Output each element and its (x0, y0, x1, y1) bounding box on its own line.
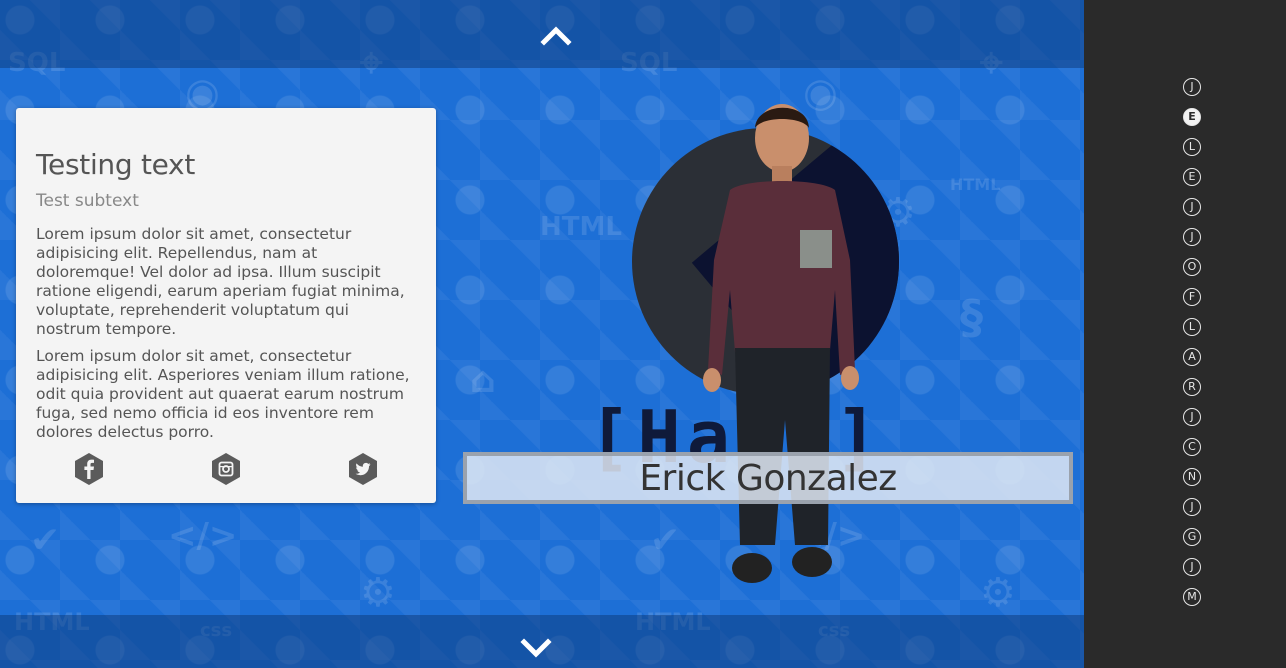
pattern-gear-icon: ⚙ (980, 570, 1016, 616)
twitter-icon (349, 453, 377, 485)
section-dot-4[interactable]: E (1183, 168, 1201, 186)
name-banner: Erick Gonzalez (463, 452, 1073, 504)
section-dot-14[interactable]: N (1183, 468, 1201, 486)
section-dot-15[interactable]: J (1183, 498, 1201, 516)
card-paragraph: Lorem ipsum dolor sit amet, consectetur … (36, 347, 410, 441)
next-section-button[interactable] (516, 634, 556, 664)
section-dot-17[interactable]: J (1183, 558, 1201, 576)
person-name: Erick Gonzalez (639, 457, 897, 499)
info-card: Testing text Test subtext Lorem ipsum do… (16, 108, 436, 503)
section-dot-6[interactable]: J (1183, 228, 1201, 246)
section-dot-13[interactable]: C (1183, 438, 1201, 456)
section-dot-5[interactable]: J (1183, 198, 1201, 216)
section-dot-11[interactable]: R (1183, 378, 1201, 396)
previous-section-button[interactable] (536, 20, 576, 50)
chevron-up-icon (540, 26, 572, 46)
section-sidebar: JELEJJOFLARJCNJGJM (1084, 0, 1286, 668)
pattern-check-icon: ✔ (30, 520, 61, 561)
pattern-code-icon: </> (168, 516, 238, 556)
section-dot-1[interactable]: J (1183, 78, 1201, 96)
instagram-link[interactable] (211, 452, 241, 486)
section-dot-2[interactable]: E (1183, 108, 1201, 126)
twitter-link[interactable] (348, 452, 378, 486)
pattern-cap-icon: ⌂ (470, 360, 496, 401)
facebook-icon (75, 453, 103, 485)
section-dot-9[interactable]: L (1183, 318, 1201, 336)
person-photo (703, 104, 859, 583)
chevron-down-icon (520, 638, 552, 658)
card-title: Testing text (36, 148, 195, 181)
card-subtitle: Test subtext (36, 191, 139, 211)
section-dot-16[interactable]: G (1183, 528, 1201, 546)
section-dot-8[interactable]: F (1183, 288, 1201, 306)
pattern-gear-icon: ⚙ (360, 570, 396, 616)
pattern-check-icon: ✔ (650, 520, 681, 561)
instagram-icon (212, 453, 240, 485)
section-dot-7[interactable]: O (1183, 258, 1201, 276)
card-paragraph: Lorem ipsum dolor sit amet, consectetur … (36, 225, 405, 338)
facebook-link[interactable] (74, 452, 104, 486)
section-dot-10[interactable]: A (1183, 348, 1201, 366)
section-dot-12[interactable]: J (1183, 408, 1201, 426)
pattern-python-icon: § (960, 290, 983, 344)
social-links (16, 452, 436, 486)
section-dot-3[interactable]: L (1183, 138, 1201, 156)
pattern-html-icon: HTML (540, 212, 622, 242)
section-dot-18[interactable]: M (1183, 588, 1201, 606)
pattern-html5-icon: HTML (950, 175, 1001, 194)
hero-stage: HTML HTML HTML SQL SQL </> </> css css H… (0, 0, 1084, 668)
